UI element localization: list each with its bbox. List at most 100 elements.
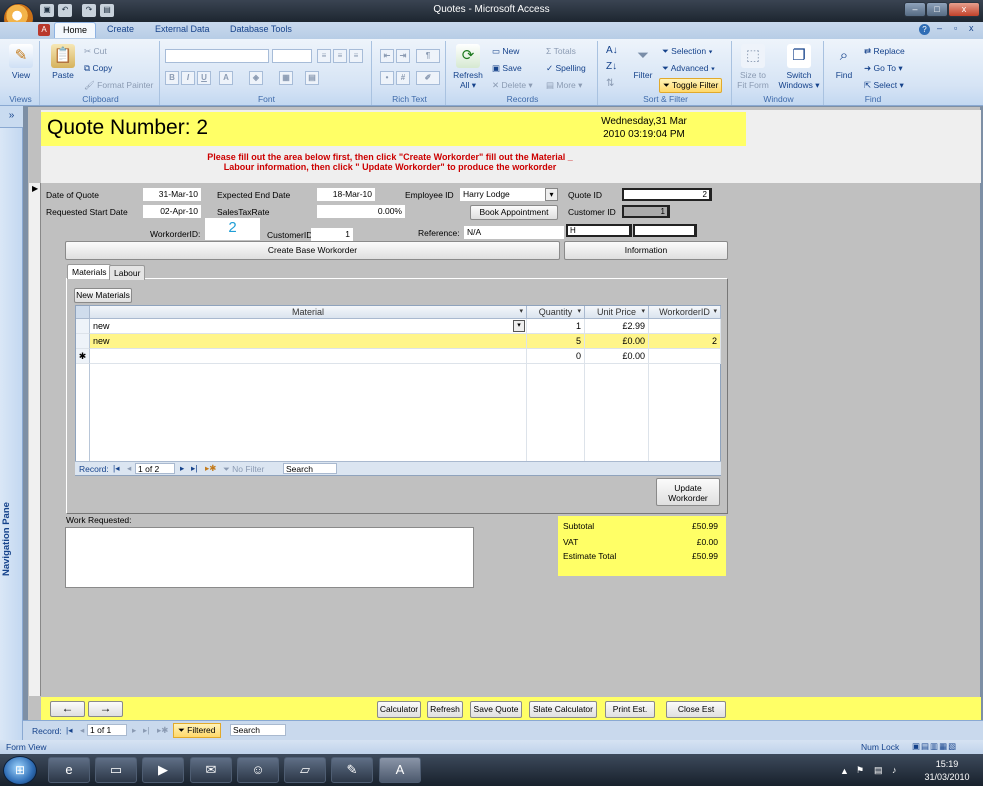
- previous-record-button[interactable]: ←: [50, 701, 85, 717]
- quote-id-field[interactable]: 2: [622, 188, 712, 201]
- advanced-button[interactable]: ⏷ Advanced ▾: [662, 63, 715, 74]
- date-of-quote-field[interactable]: 31-Mar-10: [143, 188, 201, 201]
- tab-materials[interactable]: Materials: [67, 264, 112, 279]
- tab-home[interactable]: Home: [54, 22, 97, 38]
- workorder-id-sort-icon[interactable]: ▾: [713, 306, 717, 318]
- quantity-cell[interactable]: 1: [527, 319, 585, 334]
- toggle-filter-button[interactable]: ⏷ Toggle Filter: [659, 78, 723, 93]
- create-base-workorder-button[interactable]: Create Base Workorder: [65, 241, 560, 260]
- close-estimate-button[interactable]: Close Est: [666, 701, 726, 718]
- maximize-button[interactable]: □: [926, 2, 948, 17]
- tab-labour[interactable]: Labour: [109, 265, 146, 280]
- delete-record-button[interactable]: ✕ Delete ▾: [492, 80, 533, 91]
- underline-button[interactable]: U: [197, 71, 211, 85]
- row-selector[interactable]: [76, 319, 90, 334]
- align-center-icon[interactable]: ≡: [333, 49, 347, 63]
- information-button[interactable]: Information: [564, 241, 728, 260]
- subform-first-record-icon[interactable]: |◂: [113, 463, 119, 474]
- align-left-icon[interactable]: ≡: [317, 49, 331, 63]
- font-name-box[interactable]: [165, 49, 269, 63]
- subform-new-record-icon[interactable]: ▸✱: [205, 463, 216, 474]
- select-all-corner[interactable]: [76, 306, 90, 319]
- save-record-button[interactable]: ▣ Save: [492, 63, 522, 74]
- last-record-icon[interactable]: ▸|: [143, 725, 149, 736]
- unit-price-cell[interactable]: £0.00: [585, 349, 649, 364]
- column-header-quantity[interactable]: Quantity ▾: [527, 306, 585, 319]
- select-button[interactable]: ⇱ Select ▾: [864, 80, 904, 91]
- prev-record-icon[interactable]: ◂: [80, 725, 84, 736]
- tab-external-data[interactable]: External Data: [147, 22, 218, 38]
- indent-increase-icon[interactable]: ⇥: [396, 49, 410, 63]
- address-field-1[interactable]: H: [566, 224, 632, 237]
- start-button[interactable]: ⊞: [3, 756, 37, 785]
- font-color-button[interactable]: A: [219, 71, 233, 85]
- workorder-id-cell[interactable]: 2: [649, 334, 721, 349]
- replace-button[interactable]: ⇄ Replace: [864, 46, 905, 57]
- selection-button[interactable]: ⏷ Selection ▾: [662, 46, 713, 57]
- column-header-workorder-id[interactable]: WorkorderID ▾: [649, 306, 721, 319]
- refresh-button[interactable]: Refresh: [427, 701, 463, 718]
- sales-tax-field[interactable]: 0.00%: [317, 205, 405, 218]
- next-record-button[interactable]: →: [88, 701, 123, 717]
- goto-button[interactable]: ➜ Go To ▾: [864, 63, 903, 74]
- sort-descending-icon[interactable]: Z↓: [606, 61, 617, 72]
- switch-windows-button[interactable]: ❐ Switch Windows ▾: [776, 44, 822, 91]
- subform-prev-record-icon[interactable]: ◂: [127, 463, 131, 474]
- workorder-id-field[interactable]: 2: [205, 218, 260, 240]
- size-to-fit-form-button[interactable]: ⬚ Size to Fit Form: [736, 44, 770, 90]
- close-button[interactable]: x: [948, 2, 980, 17]
- material-cell[interactable]: new: [90, 334, 527, 349]
- undo-icon[interactable]: ↶: [58, 4, 72, 17]
- workorder-id-cell[interactable]: [649, 319, 721, 334]
- paste-button[interactable]: 📋 Paste: [46, 44, 80, 80]
- new-record-icon[interactable]: ▸✱: [157, 725, 168, 736]
- new-record-button[interactable]: ▭ New: [492, 46, 519, 57]
- unit-price-cell[interactable]: £2.99: [585, 319, 649, 334]
- network-icon[interactable]: ▤: [874, 765, 883, 776]
- align-right-icon[interactable]: ≡: [349, 49, 363, 63]
- mdi-restore-icon[interactable]: ▫: [954, 23, 957, 33]
- record-selector[interactable]: [29, 183, 41, 696]
- subform-next-record-icon[interactable]: ▸: [180, 463, 184, 474]
- update-workorder-button[interactable]: Update Workorder: [656, 478, 720, 506]
- filter-button[interactable]: ⏷ Filter: [628, 44, 658, 80]
- notepad-icon[interactable]: ✎: [331, 757, 373, 783]
- messenger-icon[interactable]: ☺: [237, 757, 279, 783]
- help-icon[interactable]: ?: [919, 24, 930, 35]
- alternate-fill-icon[interactable]: ▤: [305, 71, 319, 85]
- reference-field[interactable]: N/A: [464, 226, 564, 239]
- new-record-row[interactable]: 0 £0.00: [90, 349, 721, 364]
- find-button[interactable]: ⌕ Find: [828, 44, 860, 80]
- quantity-sort-icon[interactable]: ▾: [577, 306, 581, 318]
- unit-price-sort-icon[interactable]: ▾: [641, 306, 645, 318]
- column-header-material[interactable]: Material ▾: [90, 306, 527, 319]
- format-painter-button[interactable]: 🖌 Format Painter: [84, 80, 153, 91]
- navigation-pane[interactable]: » Navigation Pane: [0, 106, 23, 741]
- calculator-button[interactable]: Calculator: [377, 701, 421, 718]
- minimize-button[interactable]: –: [904, 2, 926, 17]
- indent-decrease-icon[interactable]: ⇤: [380, 49, 394, 63]
- form-icon[interactable]: ▤: [100, 4, 114, 17]
- quantity-cell[interactable]: 0: [527, 349, 585, 364]
- tray-expand-icon[interactable]: ▲: [840, 766, 849, 776]
- copy-button[interactable]: ⧉ Copy: [84, 63, 112, 74]
- navigation-pane-label[interactable]: Navigation Pane: [1, 499, 21, 579]
- font-size-box[interactable]: [272, 49, 312, 63]
- explorer-folder-icon[interactable]: ▭: [95, 757, 137, 783]
- workorder-id-cell[interactable]: [649, 349, 721, 364]
- access-icon[interactable]: A: [38, 24, 50, 36]
- expected-end-field[interactable]: 18-Mar-10: [317, 188, 375, 201]
- slate-calculator-button[interactable]: Slate Calculator: [529, 701, 597, 718]
- access-taskbar-icon[interactable]: A: [379, 757, 421, 783]
- internet-explorer-icon[interactable]: e: [48, 757, 90, 783]
- volume-icon[interactable]: ♪: [892, 765, 897, 775]
- book-appointment-button[interactable]: Book Appointment: [470, 205, 558, 220]
- action-center-icon[interactable]: ⚑: [856, 765, 864, 776]
- clock-time[interactable]: 15:19: [922, 759, 972, 769]
- mdi-close-icon[interactable]: x: [969, 23, 974, 33]
- material-cell[interactable]: new: [90, 319, 527, 334]
- row-selector[interactable]: [76, 334, 90, 349]
- mdi-minimize-icon[interactable]: –: [937, 23, 942, 33]
- quantity-cell[interactable]: 5: [527, 334, 585, 349]
- filtered-button[interactable]: ⏷ Filtered: [173, 723, 221, 738]
